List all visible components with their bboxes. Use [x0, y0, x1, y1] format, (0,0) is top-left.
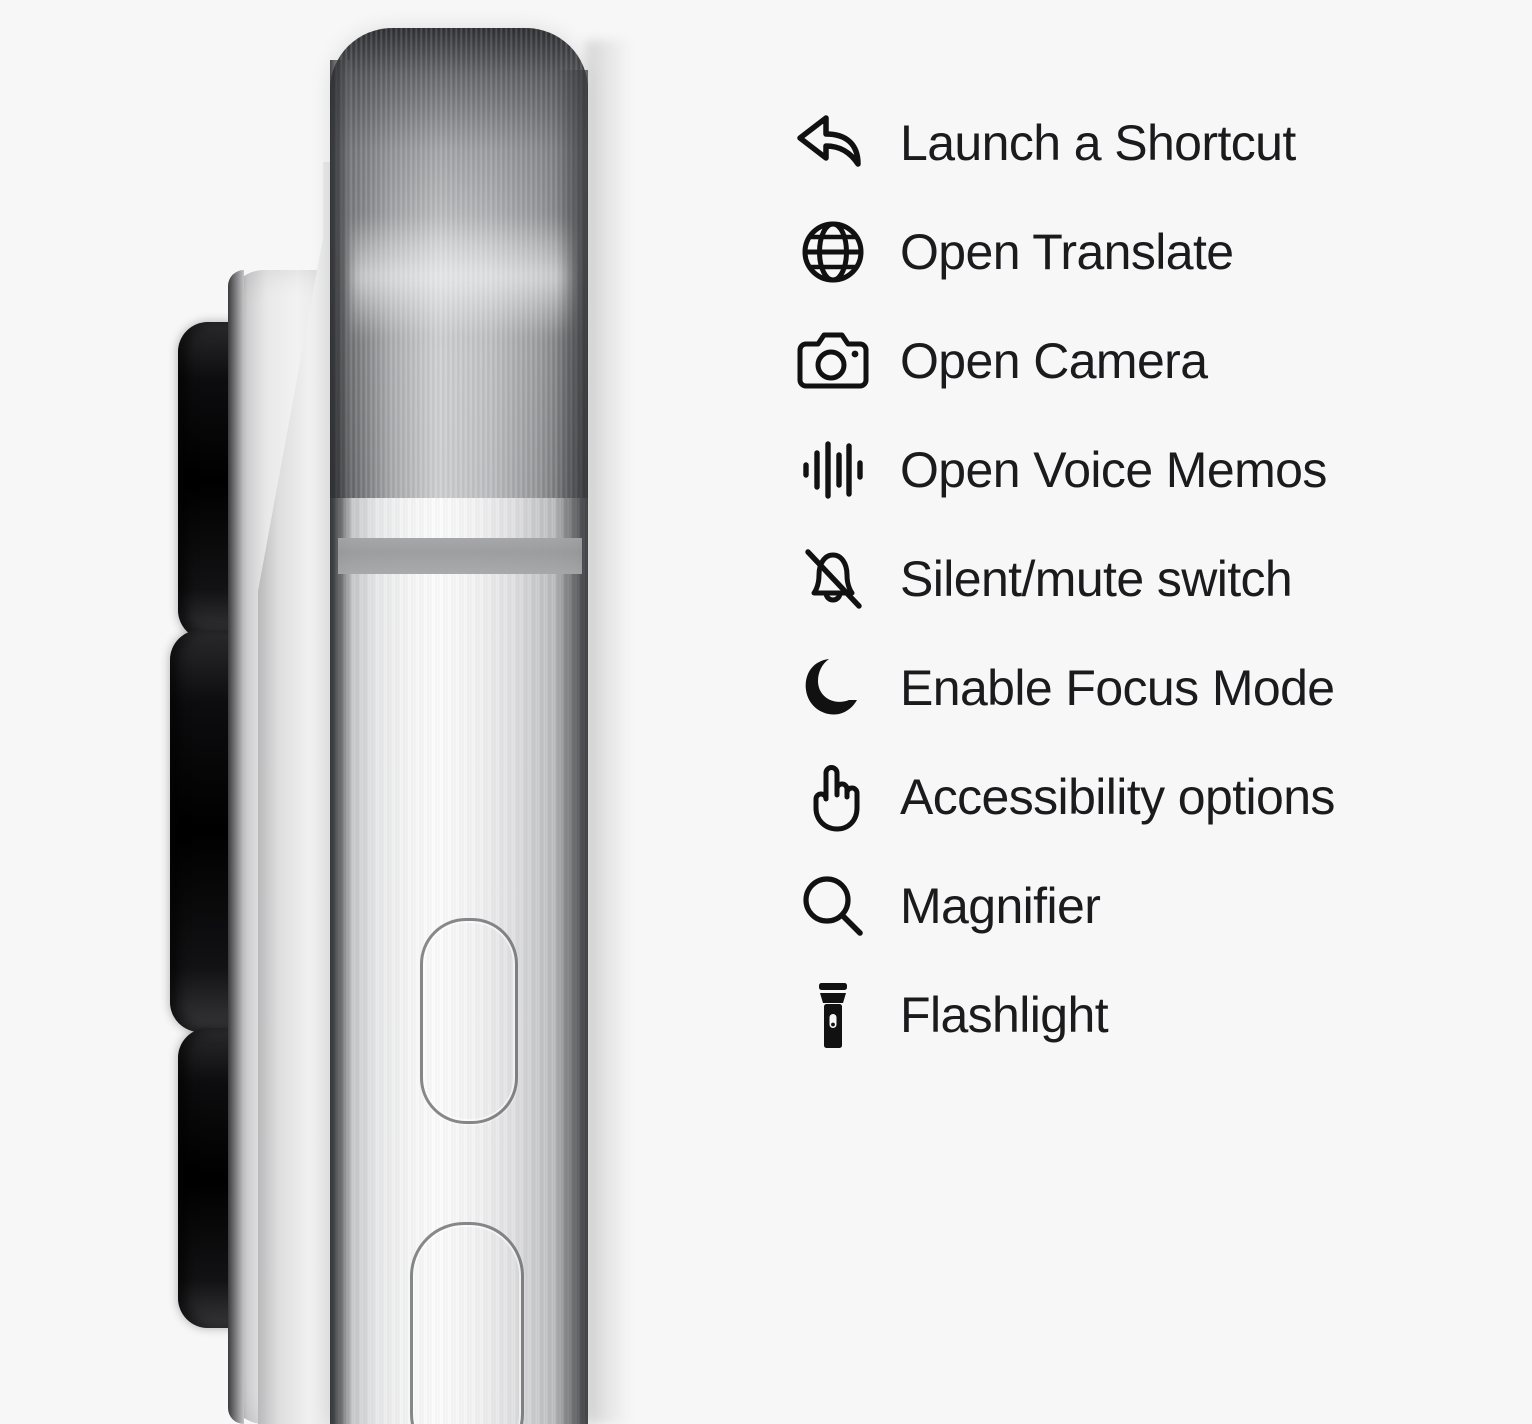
- list-item-label: Magnifier: [900, 877, 1101, 934]
- list-item[interactable]: Magnifier: [790, 851, 1480, 960]
- moon-icon: [790, 648, 876, 728]
- list-item[interactable]: Silent/mute switch: [790, 524, 1480, 633]
- volume-up-button[interactable]: [410, 1222, 524, 1424]
- list-item[interactable]: Open Camera: [790, 306, 1480, 415]
- shortcut-arrow-icon: [790, 103, 876, 183]
- camera-icon: [790, 321, 876, 401]
- antenna-band: [338, 538, 582, 574]
- screenshot-root: Launch a Shortcut Open Translate Open Ca…: [0, 0, 1532, 1424]
- list-item[interactable]: Accessibility options: [790, 742, 1480, 851]
- list-item-label: Silent/mute switch: [900, 550, 1293, 607]
- rail-left-edge: [330, 60, 350, 1424]
- action-button[interactable]: [420, 918, 518, 1124]
- list-item[interactable]: Open Voice Memos: [790, 415, 1480, 524]
- list-item-label: Open Voice Memos: [900, 441, 1327, 498]
- magnifier-icon: [790, 866, 876, 946]
- action-button-options-list: Launch a Shortcut Open Translate Open Ca…: [790, 88, 1480, 1069]
- list-item-label: Accessibility options: [900, 768, 1335, 825]
- flashlight-icon: [790, 975, 876, 1055]
- list-item-label: Launch a Shortcut: [900, 114, 1296, 171]
- phone-cast-shadow: [586, 40, 632, 1424]
- pointing-hand-icon: [790, 757, 876, 837]
- list-item-label: Flashlight: [900, 986, 1109, 1043]
- rail-right-edge: [556, 70, 588, 1424]
- list-item[interactable]: Launch a Shortcut: [790, 88, 1480, 197]
- list-item-label: Open Camera: [900, 332, 1208, 389]
- waveform-icon: [790, 430, 876, 510]
- globe-icon: [790, 212, 876, 292]
- list-item-label: Enable Focus Mode: [900, 659, 1335, 716]
- list-item-label: Open Translate: [900, 223, 1234, 280]
- list-item[interactable]: Open Translate: [790, 197, 1480, 306]
- list-item[interactable]: Flashlight: [790, 960, 1480, 1069]
- iphone-side-rail-photo: [0, 0, 700, 1424]
- list-item[interactable]: Enable Focus Mode: [790, 633, 1480, 742]
- bell-slash-icon: [790, 539, 876, 619]
- rail-top-dome: [330, 28, 588, 498]
